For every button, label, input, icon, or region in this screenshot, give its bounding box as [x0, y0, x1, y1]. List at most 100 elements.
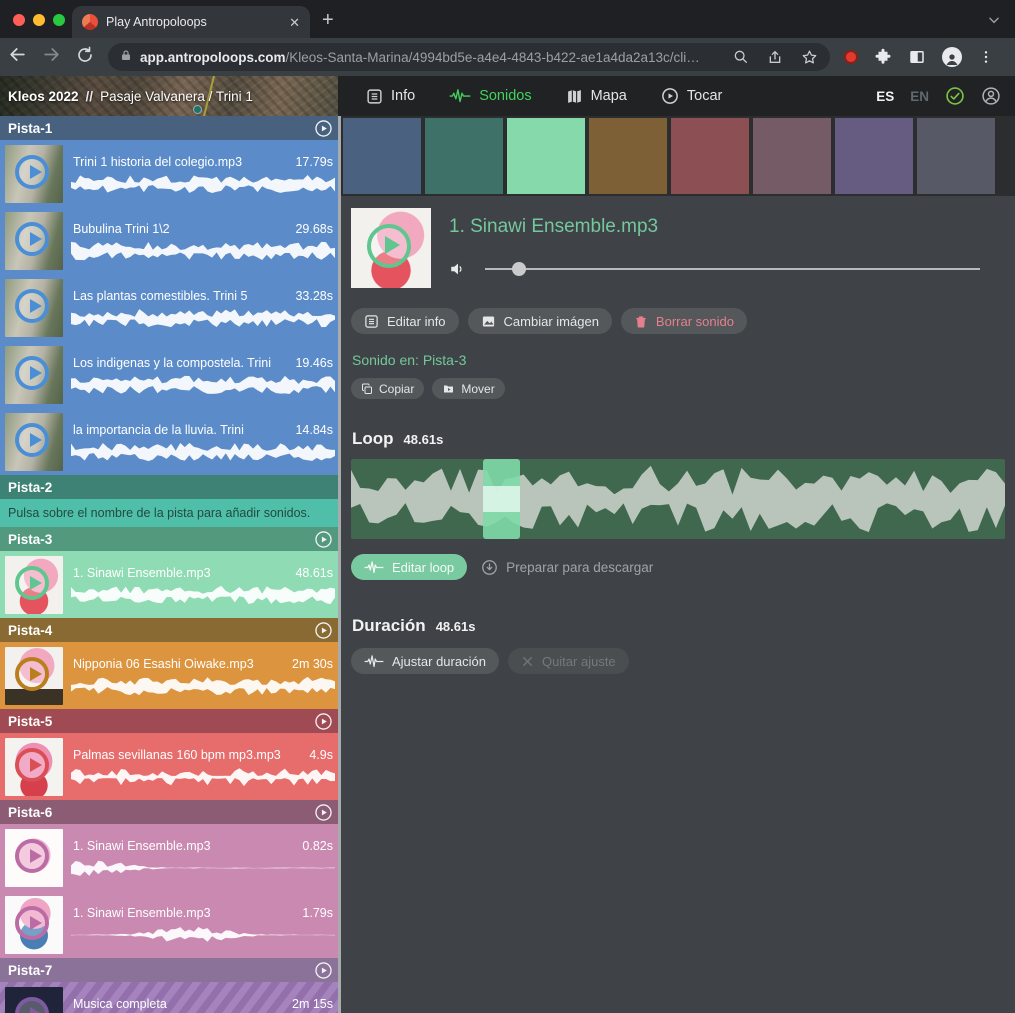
clip-row[interactable]: 1. Sinawi Ensemble.mp31.79s: [0, 891, 341, 958]
clip-title[interactable]: 1. Sinawi Ensemble.mp3: [73, 839, 211, 853]
breadcrumb-project[interactable]: Kleos 2022: [8, 89, 79, 104]
lang-en-button[interactable]: EN: [910, 89, 929, 104]
clip-row[interactable]: Nipponia 06 Esashi Oiwake.mp32m 30s: [0, 642, 341, 709]
track-name[interactable]: Pista-7: [8, 963, 52, 978]
track-color-swatch[interactable]: [425, 118, 503, 194]
new-tab-button[interactable]: +: [322, 9, 334, 32]
share-icon[interactable]: [767, 49, 783, 65]
forward-button[interactable]: [34, 45, 68, 69]
copy-button[interactable]: Copiar: [351, 378, 424, 399]
track-play-icon[interactable]: [314, 712, 333, 731]
volume-slider-handle[interactable]: [512, 262, 526, 276]
address-bar[interactable]: app.antropoloops.com/Kleos-Santa-Marina/…: [108, 43, 830, 71]
clip-play-icon[interactable]: [15, 289, 49, 323]
lang-es-button[interactable]: ES: [876, 89, 894, 104]
tab-close-icon[interactable]: ✕: [289, 16, 300, 29]
clip-title[interactable]: Bubulina Trini 1\2: [73, 222, 170, 236]
profile-avatar[interactable]: [942, 47, 962, 67]
tab-sonidos[interactable]: Sonidos: [435, 76, 545, 116]
sound-play-icon[interactable]: [367, 224, 411, 268]
track-header[interactable]: Pista-3: [0, 527, 341, 551]
clip-row[interactable]: Palmas sevillanas 160 bpm mp3.mp34.9s: [0, 733, 341, 800]
tab-search-chevron-icon[interactable]: [987, 13, 1001, 32]
volume-slider[interactable]: [485, 268, 980, 270]
clip-thumbnail[interactable]: [5, 279, 63, 337]
clip-row[interactable]: Trini 1 historia del colegio.mp317.79s: [0, 140, 341, 207]
clip-thumbnail[interactable]: [5, 145, 63, 203]
clip-title[interactable]: Nipponia 06 Esashi Oiwake.mp3: [73, 657, 254, 671]
clip-row[interactable]: Bubulina Trini 1\229.68s: [0, 207, 341, 274]
track-header[interactable]: Pista-1: [0, 116, 341, 140]
track-color-swatch[interactable]: [753, 118, 831, 194]
clip-play-icon[interactable]: [15, 839, 49, 873]
track-color-swatch[interactable]: [507, 118, 585, 194]
track-name[interactable]: Pista-5: [8, 714, 52, 729]
sound-thumbnail[interactable]: [351, 208, 431, 288]
clip-row[interactable]: la importancia de la lluvia. Trini14.84s: [0, 408, 341, 475]
track-play-icon[interactable]: [314, 119, 333, 138]
clip-thumbnail[interactable]: [5, 556, 63, 614]
account-icon[interactable]: [981, 86, 1001, 106]
clip-title[interactable]: Trini 1 historia del colegio.mp3: [73, 155, 242, 169]
window-minimize-button[interactable]: [33, 14, 45, 26]
clip-play-icon[interactable]: [15, 657, 49, 691]
clip-title[interactable]: 1. Sinawi Ensemble.mp3: [73, 566, 211, 580]
track-header[interactable]: Pista-5: [0, 709, 341, 733]
volume-icon[interactable]: [449, 260, 467, 278]
clip-title[interactable]: Los indigenas y la compostela. Trini: [73, 356, 271, 370]
sound-location-track-link[interactable]: Pista-3: [423, 352, 467, 368]
map-photo[interactable]: Kleos 2022 // Pasaje Valvanera / Trini 1: [0, 76, 338, 116]
window-zoom-button[interactable]: [53, 14, 65, 26]
clip-thumbnail[interactable]: [5, 212, 63, 270]
track-header[interactable]: Pista-7: [0, 958, 341, 982]
sidebar-scrollbar[interactable]: [338, 116, 341, 1013]
recording-indicator-icon[interactable]: [844, 50, 858, 64]
clip-row[interactable]: Los indigenas y la compostela. Trini19.4…: [0, 341, 341, 408]
lock-icon[interactable]: [120, 49, 132, 65]
track-header[interactable]: Pista-4: [0, 618, 341, 642]
loop-playhead-band[interactable]: [483, 459, 520, 539]
browser-menu-icon[interactable]: [978, 49, 994, 65]
prepare-download-button[interactable]: Preparar para descargar: [481, 559, 653, 576]
clip-play-icon[interactable]: [15, 423, 49, 457]
change-image-button[interactable]: Cambiar imágen: [468, 308, 612, 334]
remove-adjust-button[interactable]: Quitar ajuste: [508, 648, 629, 674]
loop-waveform[interactable]: [351, 459, 1005, 539]
clip-thumbnail[interactable]: [5, 896, 63, 954]
track-color-swatch[interactable]: [589, 118, 667, 194]
clip-row[interactable]: Musica completa2m 15s: [0, 982, 341, 1013]
track-name[interactable]: Pista-4: [8, 623, 52, 638]
clip-row-selected[interactable]: 1. Sinawi Ensemble.mp348.61s: [0, 551, 341, 618]
sync-check-icon[interactable]: [945, 86, 965, 106]
track-play-icon[interactable]: [314, 961, 333, 980]
edit-loop-button[interactable]: Editar loop: [351, 554, 467, 580]
track-name[interactable]: Pista-6: [8, 805, 52, 820]
track-color-swatch[interactable]: [835, 118, 913, 194]
bookmark-star-icon[interactable]: [801, 49, 818, 66]
zoom-icon[interactable]: [733, 49, 749, 65]
track-name[interactable]: Pista-1: [8, 121, 52, 136]
move-button[interactable]: Mover: [432, 378, 504, 399]
clip-thumbnail[interactable]: [5, 647, 63, 705]
track-color-swatch[interactable]: [917, 118, 995, 194]
breadcrumb[interactable]: Kleos 2022 // Pasaje Valvanera / Trini 1: [8, 76, 253, 116]
clip-thumbnail[interactable]: [5, 413, 63, 471]
clip-play-icon[interactable]: [15, 906, 49, 940]
clip-play-icon[interactable]: [15, 748, 49, 782]
clip-title[interactable]: 1. Sinawi Ensemble.mp3: [73, 906, 211, 920]
reload-button[interactable]: [68, 46, 102, 69]
clip-thumbnail[interactable]: [5, 987, 63, 1013]
track-play-icon[interactable]: [314, 530, 333, 549]
track-play-icon[interactable]: [314, 803, 333, 822]
track-name[interactable]: Pista-2: [8, 480, 52, 495]
tab-tocar[interactable]: Tocar: [647, 76, 736, 116]
track-color-swatch[interactable]: [343, 118, 421, 194]
delete-sound-button[interactable]: Borrar sonido: [621, 308, 747, 334]
clip-title[interactable]: Las plantas comestibles. Trini 5: [73, 289, 247, 303]
window-close-button[interactable]: [13, 14, 25, 26]
side-panel-icon[interactable]: [908, 48, 926, 66]
clip-thumbnail[interactable]: [5, 738, 63, 796]
clip-title[interactable]: la importancia de la lluvia. Trini: [73, 423, 244, 437]
extensions-puzzle-icon[interactable]: [874, 48, 892, 66]
track-header[interactable]: Pista-6: [0, 800, 341, 824]
